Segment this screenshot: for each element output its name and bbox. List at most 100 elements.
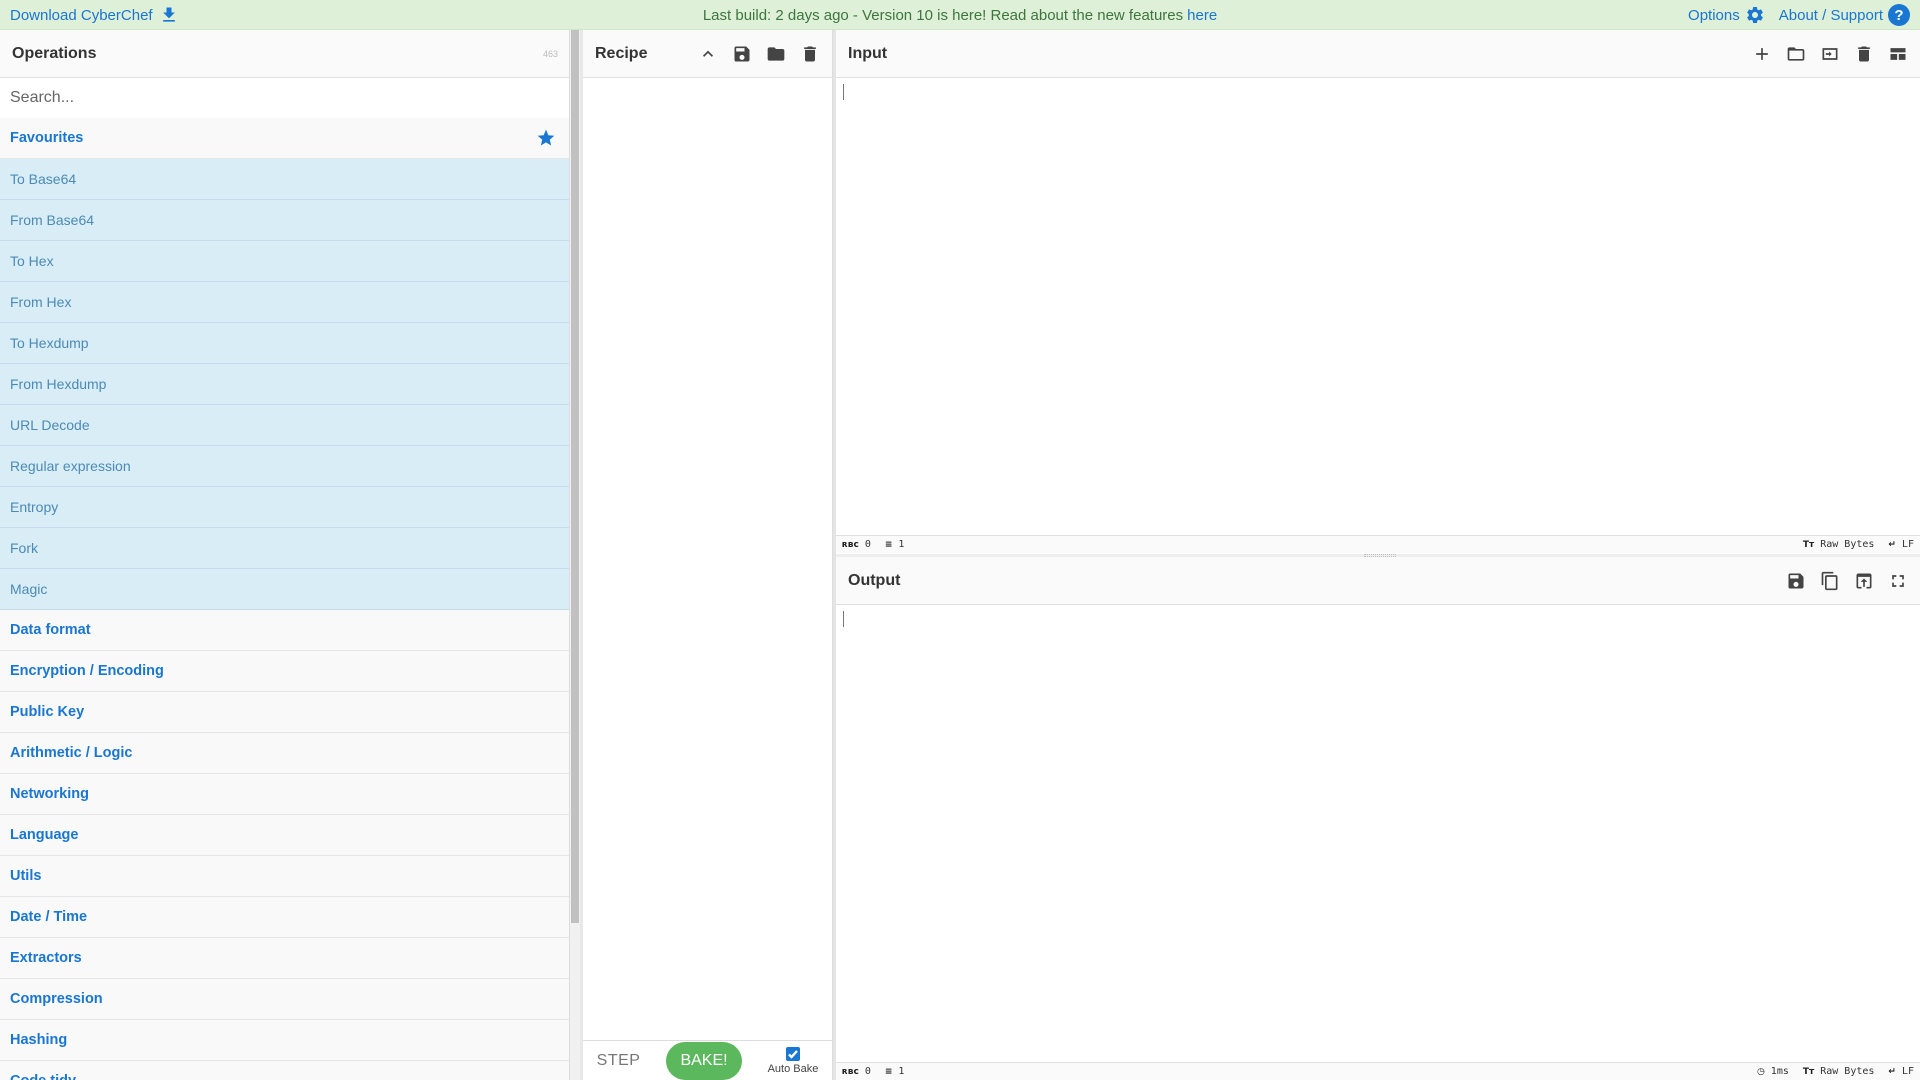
operation-item[interactable]: Entropy <box>0 487 569 528</box>
category-item[interactable]: Arithmetic / Logic <box>0 733 569 774</box>
bake-time: 1ms <box>1770 1066 1789 1077</box>
recipe-drop-area[interactable] <box>583 78 832 1041</box>
operation-item[interactable]: To Hex <box>0 241 569 282</box>
category-item[interactable]: Hashing <box>0 1020 569 1061</box>
output-title: Output <box>848 571 901 589</box>
output-lines: 1 <box>898 1066 905 1077</box>
star-icon[interactable] <box>536 128 556 148</box>
category-label[interactable]: Arithmetic / Logic <box>10 745 132 761</box>
category-item[interactable]: Utils <box>0 856 569 897</box>
output-encoding[interactable]: Raw Bytes <box>1820 1066 1874 1077</box>
category-label[interactable]: Compression <box>10 991 103 1007</box>
output-eol[interactable]: LF <box>1902 1066 1914 1077</box>
category-item[interactable]: Networking <box>0 774 569 815</box>
output-header: Output <box>836 557 1920 605</box>
output-panel: Output ʀʙᴄ 0 ≡ 1 ◷ 1ms Tт Raw Bytes ↵ LF <box>836 557 1920 1080</box>
options-button[interactable]: Options <box>1688 5 1765 25</box>
recipe-title: Recipe <box>595 44 648 62</box>
category-item[interactable]: Encryption / Encoding <box>0 651 569 692</box>
operation-item[interactable]: To Hexdump <box>0 323 569 364</box>
operation-item[interactable]: Fork <box>0 528 569 569</box>
output-status-bar: ʀʙᴄ 0 ≡ 1 ◷ 1ms Tт Raw Bytes ↵ LF <box>836 1062 1920 1080</box>
maximise-output-icon[interactable] <box>1888 571 1908 591</box>
input-caret <box>843 84 844 100</box>
category-item[interactable]: Date / Time <box>0 897 569 938</box>
help-icon[interactable]: ? <box>1888 4 1910 26</box>
lines-icon: ≡ <box>884 539 893 550</box>
output-eol-selector[interactable]: ↵ LF <box>1888 1066 1914 1077</box>
input-encoding[interactable]: Raw Bytes <box>1820 539 1874 550</box>
category-label[interactable]: Encryption / Encoding <box>10 663 164 679</box>
category-label[interactable]: Date / Time <box>10 909 87 925</box>
input-eol[interactable]: LF <box>1902 539 1914 550</box>
scrollbar-thumb[interactable] <box>571 30 579 923</box>
add-tab-plus-icon[interactable] <box>1752 44 1772 64</box>
about-label[interactable]: About / Support <box>1779 7 1883 24</box>
output-encoding-selector[interactable]: Tт Raw Bytes <box>1803 1066 1875 1077</box>
operation-item[interactable]: From Hex <box>0 282 569 323</box>
chevron-up-icon[interactable] <box>698 44 718 64</box>
search-input[interactable] <box>0 78 569 118</box>
output-caret <box>843 611 844 627</box>
recipe-header: Recipe <box>583 30 832 78</box>
category-label[interactable]: Language <box>10 827 78 843</box>
category-label[interactable]: Data format <box>10 622 91 638</box>
gear-icon[interactable] <box>1745 5 1765 25</box>
category-label[interactable]: Utils <box>10 868 41 884</box>
step-button[interactable]: STEP <box>597 1052 641 1070</box>
operation-item[interactable]: From Base64 <box>0 200 569 241</box>
build-text: Last build: 2 days ago - Version 10 is h… <box>702 6 1184 24</box>
category-item[interactable]: Extractors <box>0 938 569 979</box>
return-arrow-icon: ↵ <box>1888 1066 1896 1077</box>
category-label[interactable]: Favourites <box>10 130 83 146</box>
open-folder-icon[interactable] <box>1786 44 1806 64</box>
clock-icon: ◷ <box>1756 1066 1765 1077</box>
replace-input-with-output-icon[interactable] <box>1854 571 1874 591</box>
about-support-button[interactable]: About / Support ? <box>1779 4 1910 26</box>
input-status-bar: ʀʙᴄ 0 ≡ 1 Tт Raw Bytes ↵ LF <box>836 535 1920 553</box>
options-label[interactable]: Options <box>1688 7 1740 24</box>
download-icon[interactable] <box>159 5 179 25</box>
category-label[interactable]: Code tidy <box>10 1073 76 1080</box>
input-editor[interactable] <box>836 78 1920 535</box>
operation-item[interactable]: To Base64 <box>0 159 569 200</box>
input-encoding-selector[interactable]: Tт Raw Bytes <box>1803 539 1875 550</box>
operation-item[interactable]: URL Decode <box>0 405 569 446</box>
return-arrow-icon: ↵ <box>1888 539 1896 550</box>
auto-bake-label: Auto Bake <box>767 1062 819 1075</box>
category-label[interactable]: Networking <box>10 786 89 802</box>
input-eol-selector[interactable]: ↵ LF <box>1888 539 1914 550</box>
reset-layout-icon[interactable] <box>1888 44 1908 64</box>
clear-recipe-trash-icon[interactable] <box>800 44 820 64</box>
build-notes-link[interactable]: here <box>1187 7 1217 24</box>
category-label[interactable]: Extractors <box>10 950 82 966</box>
save-output-icon[interactable] <box>1786 571 1806 591</box>
open-file-input-icon[interactable] <box>1820 44 1840 64</box>
operation-item[interactable]: Magic <box>0 569 569 610</box>
category-item[interactable]: Data format <box>0 610 569 651</box>
category-item[interactable]: Public Key <box>0 692 569 733</box>
auto-bake-checkbox[interactable] <box>785 1046 800 1061</box>
operations-panel: Operations 463 Favourites To Base64From … <box>0 30 570 1080</box>
auto-bake-toggle[interactable]: Auto Bake <box>767 1046 819 1075</box>
search-box <box>0 78 569 118</box>
category-label[interactable]: Public Key <box>10 704 84 720</box>
category-label[interactable]: Hashing <box>10 1032 67 1048</box>
category-item[interactable]: Language <box>0 815 569 856</box>
operation-item[interactable]: From Hexdump <box>0 364 569 405</box>
operations-scrollbar[interactable] <box>570 30 580 1080</box>
category-favourites[interactable]: Favourites <box>0 118 569 159</box>
category-item[interactable]: Code tidy <box>0 1061 569 1080</box>
download-cyberchef-link[interactable]: Download CyberChef <box>10 0 179 30</box>
copy-output-icon[interactable] <box>1820 571 1840 591</box>
save-recipe-icon[interactable] <box>732 44 752 64</box>
lines-icon: ≡ <box>884 1066 893 1077</box>
load-recipe-folder-icon[interactable] <box>766 44 786 64</box>
category-item[interactable]: Compression <box>0 979 569 1020</box>
download-label[interactable]: Download CyberChef <box>10 7 153 24</box>
text-encoding-icon: Tт <box>1802 1066 1815 1077</box>
bake-button[interactable]: BAKE! <box>666 1041 742 1080</box>
clear-input-trash-icon[interactable] <box>1854 44 1874 64</box>
output-editor[interactable] <box>836 605 1920 1062</box>
operation-item[interactable]: Regular expression <box>0 446 569 487</box>
